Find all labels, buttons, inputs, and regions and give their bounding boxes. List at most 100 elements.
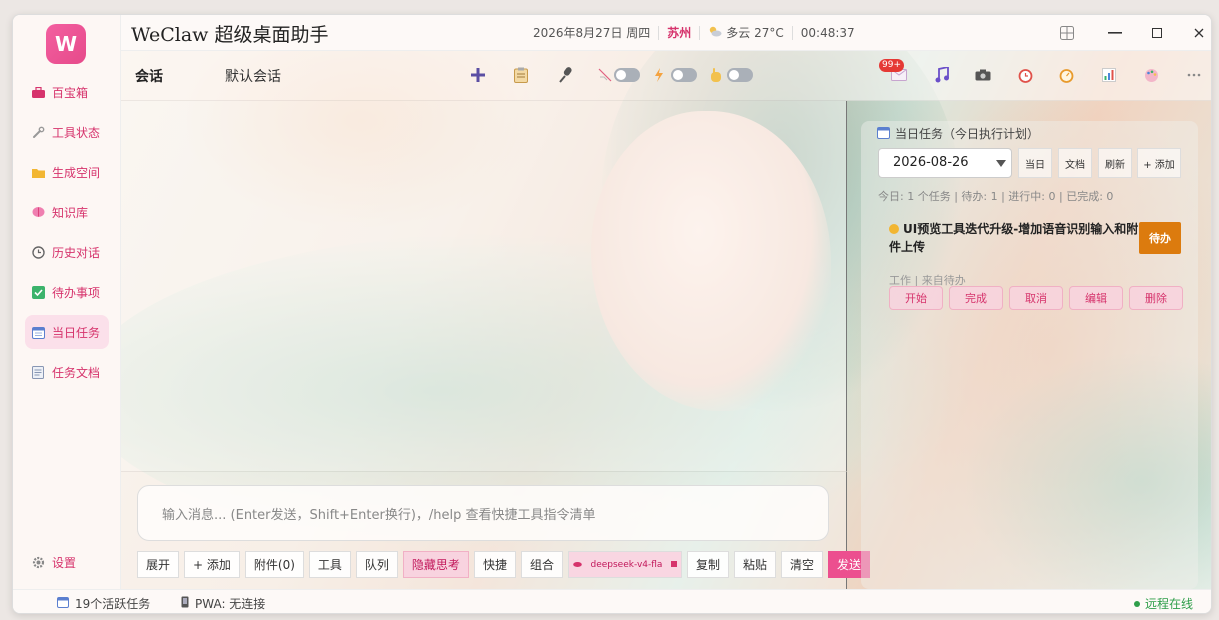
panel-title-text: 当日任务（今日执行计划） (895, 127, 1040, 141)
wrench-icon (31, 125, 45, 139)
fast-mode-toggle[interactable] (671, 68, 697, 82)
sidebar-item-label: 工具状态 (52, 125, 101, 140)
tab-default-session[interactable]: 默认会话 (225, 66, 281, 86)
new-chat-plus-icon[interactable] (467, 64, 489, 86)
sidebar-item-label: 知识库 (52, 205, 89, 220)
app-title: WeClaw 超级桌面助手 (131, 24, 329, 46)
clipboard-icon[interactable] (510, 64, 532, 86)
close-button[interactable] (1187, 21, 1211, 45)
clock-icon (31, 245, 45, 259)
date-picker[interactable]: 2026-08-26 (878, 148, 1012, 178)
alarm-clock-icon[interactable] (1014, 64, 1036, 86)
today-button[interactable]: 当日 (1018, 148, 1052, 178)
sidebar-item-toolbox[interactable]: 百宝箱 (25, 75, 109, 109)
add-task-button[interactable]: + 添加 (1137, 148, 1181, 178)
folder-icon (31, 165, 45, 179)
cloud-icon (573, 560, 582, 570)
maximize-button[interactable] (1145, 21, 1169, 45)
panel-title: 当日任务（今日执行计划） (877, 125, 1039, 142)
refresh-button[interactable]: 刷新 (1098, 148, 1132, 178)
weather-text: 多云 27°C (726, 26, 784, 40)
remote-text: 远程在线 (1144, 597, 1193, 611)
task-item-title[interactable]: UI预览工具迭代升级-增加语音识别输入和附件上传 (889, 221, 1139, 256)
sidebar-item-label: 生成空间 (52, 165, 101, 180)
sidebar-item-todo[interactable]: 待办事项 (25, 275, 109, 309)
composer: 输入消息... (Enter发送，Shift+Enter换行)，/help 查看… (121, 471, 871, 589)
dropdown-arrow-icon (996, 160, 1006, 167)
combo-button[interactable]: 组合 (520, 551, 563, 578)
stopwatch-icon[interactable] (1055, 64, 1077, 86)
clock-text: 00:48:37 (800, 25, 855, 40)
city-text[interactable]: 苏州 (667, 24, 691, 41)
minimize-button[interactable] (1103, 21, 1127, 45)
task-start-button[interactable]: 开始 (889, 286, 943, 310)
paste-button[interactable]: 粘贴 (733, 551, 776, 578)
sidebar-item-knowledge[interactable]: 知识库 (25, 195, 109, 229)
model-name: deepseek-v4-fla (590, 559, 663, 570)
task-edit-button[interactable]: 编辑 (1069, 286, 1123, 310)
checkbox-icon (31, 285, 45, 299)
auto-mode-toggle[interactable] (727, 68, 753, 82)
queue-button[interactable]: 队列 (355, 551, 398, 578)
clear-button[interactable]: 清空 (781, 551, 824, 578)
sidebar-item-label: 待办事项 (52, 285, 101, 300)
daily-task-panel: 当日任务（今日执行计划） 2026-08-26 当日 文档 刷新 + 添加 今日… (861, 121, 1198, 589)
date-text: 2026年8月27日 周四 (533, 26, 651, 40)
task-delete-button[interactable]: 删除 (1129, 286, 1183, 310)
model-indicator-icon (670, 560, 677, 570)
chat-toolbar: 会话 默认会话 99+ (121, 51, 1211, 101)
online-dot-icon (1133, 600, 1140, 607)
task-title-text: UI预览工具迭代升级-增加语音识别输入和附件上传 (889, 222, 1139, 254)
layout-grid-icon[interactable] (1055, 21, 1079, 45)
sidebar-item-gen-space[interactable]: 生成空间 (25, 155, 109, 189)
chat-messages[interactable] (121, 101, 847, 471)
calendar-icon (877, 126, 890, 142)
palette-icon[interactable] (1140, 64, 1162, 86)
tab-chat[interactable]: 会话 (135, 66, 163, 86)
add-button[interactable]: + 添加 (184, 551, 240, 578)
date-value: 2026-08-26 (893, 155, 969, 170)
document-icon (31, 365, 45, 379)
task-summary: 今日: 1 个任务 | 待办: 1 | 进行中: 0 | 已完成: 0 (878, 190, 1114, 203)
priority-dot-icon (889, 222, 899, 239)
settings-label: 设置 (52, 555, 77, 570)
expand-button[interactable]: 展开 (137, 551, 180, 578)
phone-icon (181, 596, 189, 611)
active-tasks-text: 19个活跃任务 (75, 597, 151, 611)
music-icon[interactable] (931, 64, 953, 86)
title-bar: WeClaw 超级桌面助手 2026年8月27日 周四 苏州 多云 27°C 0… (121, 15, 1211, 51)
toolbox-icon (31, 85, 45, 99)
copy-button[interactable]: 复制 (686, 551, 729, 578)
hand-icon[interactable] (705, 64, 727, 86)
sidebar-item-label: 任务文档 (52, 365, 101, 380)
shortcut-button[interactable]: 快捷 (473, 551, 516, 578)
gear-icon (31, 555, 45, 569)
calendar-icon (31, 325, 45, 339)
tts-mute-icon[interactable] (594, 64, 616, 86)
active-tasks-status[interactable]: 19个活跃任务 (57, 595, 150, 612)
sidebar-item-task-docs[interactable]: 任务文档 (25, 355, 109, 389)
more-icon[interactable] (1183, 64, 1205, 86)
docs-button[interactable]: 文档 (1058, 148, 1092, 178)
sidebar-item-tool-status[interactable]: 工具状态 (25, 115, 109, 149)
task-status-badge[interactable]: 待办 (1139, 222, 1181, 254)
sidebar-item-daily-tasks[interactable]: 当日任务 (25, 315, 109, 349)
sidebar-item-history[interactable]: 历史对话 (25, 235, 109, 269)
lightning-icon[interactable] (648, 64, 670, 86)
message-input[interactable]: 输入消息... (Enter发送，Shift+Enter换行)，/help 查看… (137, 485, 829, 541)
tts-toggle[interactable] (614, 68, 640, 82)
bar-chart-icon[interactable] (1098, 64, 1120, 86)
camera-icon[interactable] (972, 64, 994, 86)
sidebar: W 百宝箱 工具状态 生成空间 知识库 历史对话 待办事项 当日任务 任务文档 … (13, 15, 121, 589)
microphone-icon[interactable] (555, 64, 577, 86)
model-select[interactable]: deepseek-v4-fla (567, 551, 682, 578)
tools-button[interactable]: 工具 (308, 551, 351, 578)
attachment-button[interactable]: 附件(0) (244, 551, 304, 578)
remote-status: 远程在线 (1133, 595, 1193, 612)
sidebar-item-label: 百宝箱 (52, 85, 89, 100)
settings-button[interactable]: 设置 (25, 545, 109, 579)
calendar-icon (57, 596, 69, 611)
hide-thinking-button[interactable]: 隐藏思考 (402, 551, 469, 578)
task-complete-button[interactable]: 完成 (949, 286, 1003, 310)
task-cancel-button[interactable]: 取消 (1009, 286, 1063, 310)
